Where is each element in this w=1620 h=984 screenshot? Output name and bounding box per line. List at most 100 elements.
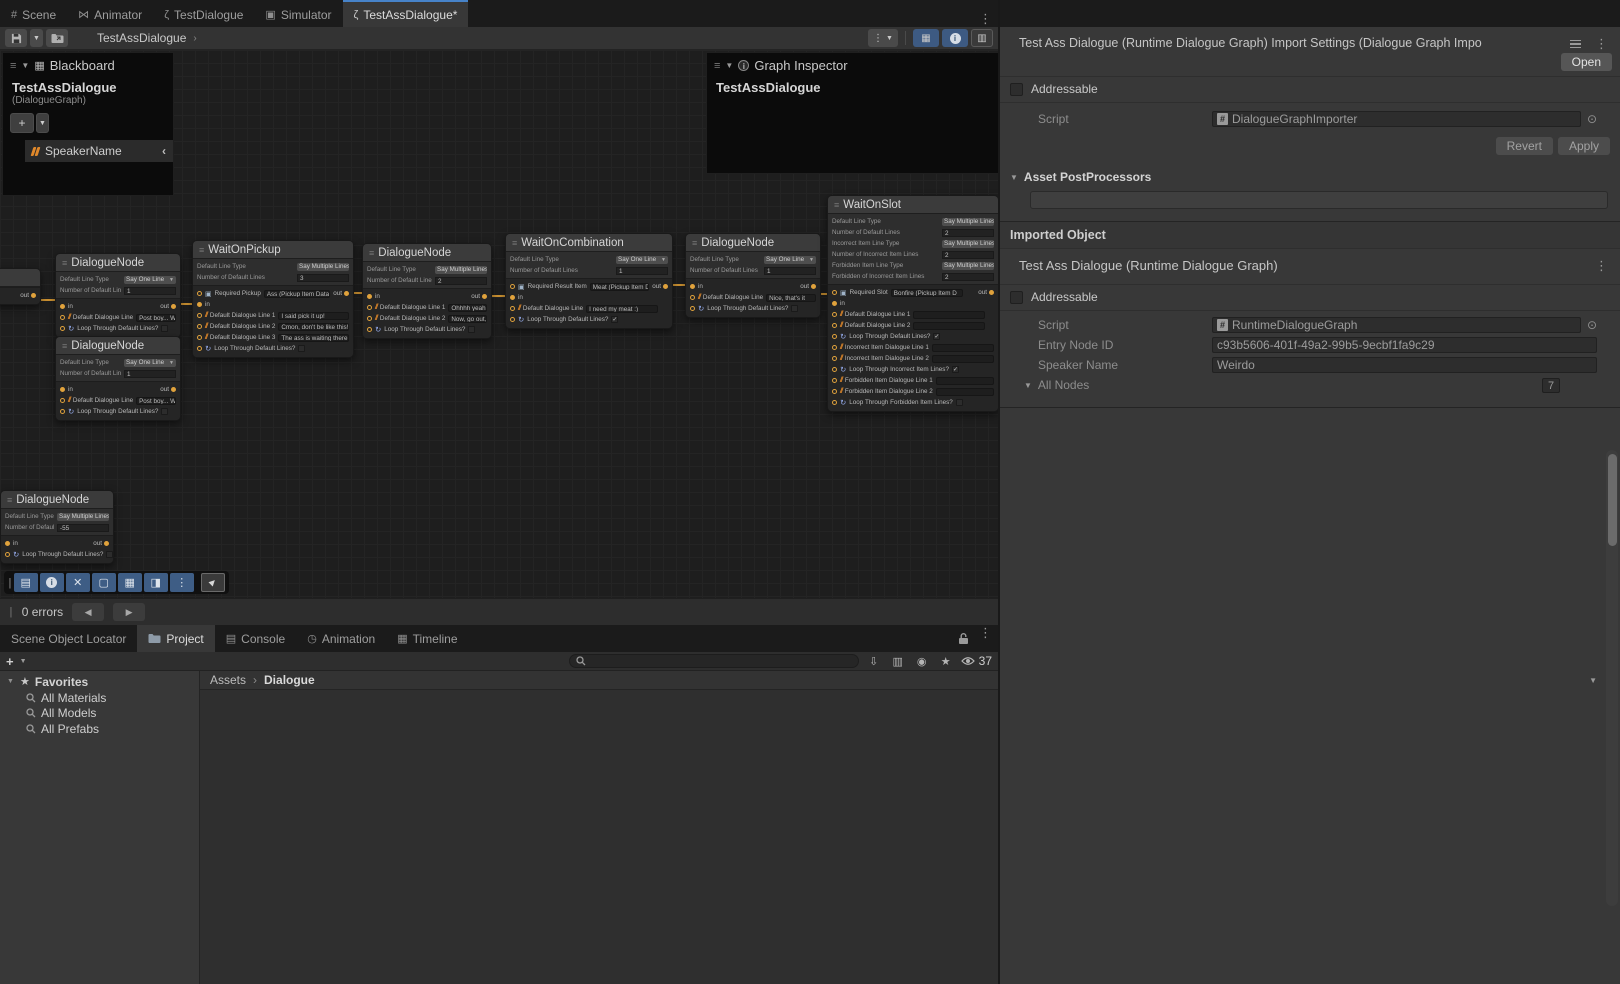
graph-node-waitonslot[interactable]: ≡WaitOnSlotDefault Line TypeSay Multiple… bbox=[827, 195, 998, 412]
favorites-filter-icon[interactable]: ★ bbox=[937, 655, 955, 668]
port-checkbox[interactable] bbox=[298, 345, 305, 352]
port-value-field[interactable]: Ass (Pickup Item Data) bbox=[264, 290, 330, 298]
node-title-bar[interactable]: ≡DialogueNode bbox=[56, 337, 180, 355]
graph-inspector-header[interactable]: ≡ ▼ i Graph Inspector bbox=[707, 53, 998, 78]
input-port-icon[interactable] bbox=[832, 301, 837, 306]
input-port-icon[interactable] bbox=[690, 284, 695, 289]
property-field[interactable]: 2 bbox=[942, 229, 994, 237]
presets-icon[interactable] bbox=[1570, 40, 1581, 49]
node-title-bar[interactable]: ≡DialogueNode bbox=[56, 254, 180, 272]
port-value-field[interactable]: The ass is waiting there for y bbox=[278, 334, 349, 342]
next-error-button[interactable]: ▶ bbox=[113, 603, 145, 621]
hidden-objects-toggle[interactable]: 37 bbox=[961, 654, 992, 668]
input-port-icon[interactable] bbox=[510, 295, 515, 300]
toggle-graph-inspector-button[interactable]: i bbox=[942, 29, 968, 47]
output-port[interactable]: out bbox=[160, 386, 176, 393]
port-icon[interactable] bbox=[690, 306, 695, 311]
property-field[interactable]: 1 bbox=[124, 287, 176, 295]
output-port[interactable]: out bbox=[652, 283, 668, 290]
graph-inspector-panel[interactable]: ≡ ▼ i Graph Inspector TestAssDialogue bbox=[706, 52, 998, 174]
graph-node-waitonpickup[interactable]: ≡WaitOnPickupDefault Line TypeSay Multip… bbox=[192, 240, 354, 358]
input-port-icon[interactable] bbox=[60, 304, 65, 309]
port-value-field[interactable]: Bonfire (Pickup Item D bbox=[891, 289, 963, 297]
property-field[interactable]: 1 bbox=[616, 267, 668, 275]
tools-button[interactable]: ✕ bbox=[66, 573, 90, 592]
port-icon[interactable] bbox=[197, 291, 202, 296]
input-port-icon[interactable] bbox=[5, 541, 10, 546]
blackboard-header[interactable]: ≡ ▼ ▦ Blackboard bbox=[3, 53, 173, 78]
port-checkbox[interactable]: ✓ bbox=[952, 366, 959, 373]
create-asset-button[interactable]: + bbox=[6, 654, 14, 669]
path-root[interactable]: Assets bbox=[210, 673, 246, 687]
property-dropdown[interactable]: Say Multiple Lines▼ bbox=[435, 266, 487, 274]
port-checkbox[interactable]: ✓ bbox=[611, 316, 618, 323]
property-field[interactable]: -55 bbox=[57, 524, 109, 532]
port-value-field[interactable]: Ohhhh yeah, bbox=[448, 304, 487, 312]
port-icon[interactable] bbox=[197, 324, 202, 329]
tab-animator[interactable]: ⋈Animator bbox=[67, 0, 153, 27]
property-field[interactable]: 2 bbox=[942, 251, 994, 259]
port-checkbox[interactable]: ✓ bbox=[933, 333, 940, 340]
graph-node-dialoguenode[interactable]: ≡DialogueNodeDefault Line TypeSay One Li… bbox=[55, 336, 181, 421]
search-by-import-icon[interactable]: ⇩ bbox=[865, 655, 883, 668]
property-field[interactable]: 2 bbox=[435, 277, 487, 285]
property-field[interactable]: 1 bbox=[124, 370, 176, 378]
output-port[interactable]: out bbox=[978, 289, 994, 296]
blackboard-button[interactable]: ▦ bbox=[118, 573, 142, 592]
property-dropdown[interactable]: Say One Line▼ bbox=[124, 276, 176, 284]
port-checkbox[interactable] bbox=[161, 325, 168, 332]
output-port[interactable]: out bbox=[471, 293, 487, 300]
port-checkbox[interactable] bbox=[956, 399, 963, 406]
scroll-down-arrow-icon[interactable]: ▼ bbox=[1589, 676, 1597, 685]
port-icon[interactable] bbox=[60, 326, 65, 331]
port-icon[interactable] bbox=[832, 367, 837, 372]
port-icon[interactable] bbox=[197, 346, 202, 351]
port-icon[interactable] bbox=[5, 552, 10, 557]
output-port[interactable]: out bbox=[333, 290, 349, 297]
breadcrumb-item[interactable]: TestAssDialogue bbox=[97, 31, 186, 45]
graph-canvas[interactable]: ≡ ▼ ▦ Blackboard TestAssDialogue (Dialog… bbox=[0, 50, 998, 598]
port-value-field[interactable] bbox=[913, 311, 985, 319]
blackboard-panel[interactable]: ≡ ▼ ▦ Blackboard TestAssDialogue (Dialog… bbox=[2, 52, 174, 196]
port-icon[interactable] bbox=[832, 389, 837, 394]
graph-options-button[interactable]: ⋮▼ bbox=[868, 29, 898, 47]
port-value-field[interactable]: Cmon, don't be like this! bbox=[278, 323, 349, 331]
port-icon[interactable] bbox=[367, 316, 372, 321]
port-value-field[interactable] bbox=[932, 355, 994, 363]
port-value-field[interactable]: Post boy... W bbox=[136, 314, 176, 322]
port-value-field[interactable]: Post boy... W bbox=[136, 397, 176, 405]
node-title-bar[interactable]: ≡WaitOnCombination bbox=[506, 234, 672, 252]
port-icon[interactable] bbox=[197, 335, 202, 340]
input-port-icon[interactable] bbox=[367, 294, 372, 299]
port-icon[interactable] bbox=[60, 409, 65, 414]
package-visibility-icon[interactable]: ▥ bbox=[889, 655, 907, 668]
port-checkbox[interactable] bbox=[161, 408, 168, 415]
toggle-minimap-button[interactable]: ▥ bbox=[971, 29, 993, 47]
addressable-checkbox[interactable] bbox=[1010, 291, 1023, 304]
property-dropdown[interactable]: Say Multiple Lines▼ bbox=[57, 513, 109, 521]
port-icon[interactable] bbox=[60, 398, 65, 403]
info-button[interactable]: i bbox=[40, 573, 64, 592]
asset-postprocessors-foldout[interactable]: ▼ Asset PostProcessors bbox=[1000, 161, 1620, 187]
compass-button[interactable]: ► bbox=[201, 573, 225, 592]
port-icon[interactable] bbox=[510, 317, 515, 322]
port-icon[interactable] bbox=[832, 312, 837, 317]
port-icon[interactable] bbox=[510, 306, 515, 311]
port-icon[interactable] bbox=[367, 305, 372, 310]
property-field[interactable]: 2 bbox=[942, 273, 994, 281]
bottom-tab-animation[interactable]: ◷Animation bbox=[296, 625, 386, 652]
port-icon[interactable] bbox=[832, 400, 837, 405]
node-title-bar[interactable]: ≡DialogueNode bbox=[686, 234, 820, 252]
property-dropdown[interactable]: Say Multiple Lines▼ bbox=[297, 263, 349, 271]
node-title-bar[interactable]: ≡StartNode bbox=[0, 269, 40, 287]
port-value-field[interactable] bbox=[936, 377, 994, 385]
input-port-icon[interactable] bbox=[197, 302, 202, 307]
port-icon[interactable] bbox=[832, 323, 837, 328]
favorite-item-all-materials[interactable]: All Materials bbox=[0, 690, 199, 706]
port-value-field[interactable]: Now, go out, bbox=[448, 315, 487, 323]
tabstrip-overflow-icon[interactable]: ⋮ bbox=[973, 11, 998, 27]
port-value-field[interactable] bbox=[932, 344, 994, 352]
window-button[interactable]: ▢ bbox=[92, 573, 116, 592]
tab-scene[interactable]: #Scene bbox=[0, 0, 67, 27]
graph-node-dialoguenode[interactable]: ≡DialogueNodeDefault Line TypeSay Multip… bbox=[362, 243, 492, 339]
